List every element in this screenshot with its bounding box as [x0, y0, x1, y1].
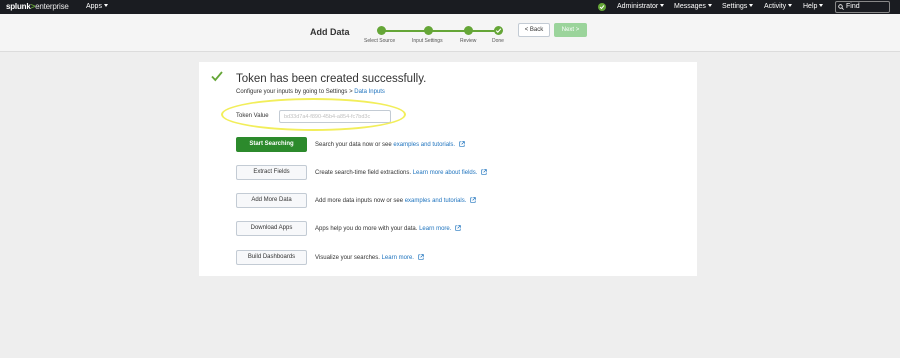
checkmark-icon	[495, 28, 502, 34]
add-more-data-button[interactable]: Add More Data	[236, 193, 307, 208]
chevron-down-icon	[749, 4, 754, 7]
external-link-icon[interactable]	[418, 254, 424, 260]
configure-subtext: Configure your inputs by going to Settin…	[236, 89, 385, 95]
chevron-down-icon	[788, 4, 793, 7]
action-desc-text: Create search-time field extractions.	[315, 170, 413, 176]
splunk-logo[interactable]: splunk>enterprise	[6, 2, 69, 11]
highlight-ellipse	[221, 98, 406, 131]
build-dashboards-desc: Visualize your searches. Learn more.	[315, 254, 424, 261]
nav-administrator-label: Administrator	[617, 3, 659, 10]
step-label-input-settings: Input Settings	[412, 38, 443, 44]
step-label-review: Review	[460, 38, 477, 44]
chevron-down-icon	[103, 4, 108, 7]
search-icon	[838, 4, 844, 10]
build-dashboards-button[interactable]: Build Dashboards	[236, 250, 307, 265]
chevron-down-icon	[819, 4, 824, 7]
download-apps-button[interactable]: Download Apps	[236, 221, 307, 236]
find-placeholder: Find	[846, 3, 860, 10]
wizard-header: Add Data Select Source Input Settings Re…	[0, 14, 900, 52]
step-label-done: Done	[492, 38, 504, 44]
nav-messages[interactable]: Messages	[674, 3, 712, 10]
learn-more-link[interactable]: Learn more.	[419, 226, 451, 232]
action-desc-text: Add more data inputs now or see	[315, 198, 405, 204]
learn-more-link[interactable]: Learn more.	[382, 255, 414, 261]
success-panel: Token has been created successfully. Con…	[199, 62, 697, 276]
extract-fields-button[interactable]: Extract Fields	[236, 165, 307, 180]
action-desc-text: Search your data now or see	[315, 142, 394, 148]
nav-settings[interactable]: Settings	[722, 3, 754, 10]
logo-product: enterprise	[35, 2, 69, 11]
step-dot-done	[494, 26, 503, 35]
external-link-icon[interactable]	[455, 225, 462, 231]
step-progress-line	[381, 30, 499, 32]
nav-settings-label: Settings	[722, 3, 748, 10]
success-heading: Token has been created successfully.	[236, 73, 427, 85]
apps-menu[interactable]: Apps	[86, 3, 108, 10]
chevron-down-icon	[660, 4, 665, 7]
back-button[interactable]: < Back	[518, 23, 550, 37]
nav-help[interactable]: Help	[803, 3, 824, 10]
step-dot-review	[464, 26, 473, 35]
nav-help-label: Help	[803, 3, 818, 10]
external-link-icon[interactable]	[470, 197, 477, 203]
top-nav-bar: splunk>enterprise Apps Administrator Mes…	[0, 0, 900, 14]
examples-tutorials-link[interactable]: examples and tutorials.	[393, 142, 455, 148]
external-link-icon[interactable]	[459, 141, 465, 147]
step-dot-input-settings	[424, 26, 433, 35]
learn-more-fields-link[interactable]: Learn more about fields.	[413, 170, 478, 176]
nav-activity-label: Activity	[764, 3, 787, 10]
next-button[interactable]: Next >	[554, 23, 587, 37]
step-dot-select-source	[377, 26, 386, 35]
extract-fields-desc: Create search-time field extractions. Le…	[315, 169, 488, 176]
nav-administrator[interactable]: Administrator	[617, 3, 665, 10]
action-desc-text: Visualize your searches.	[315, 255, 382, 261]
check-circle-icon[interactable]	[598, 3, 606, 11]
step-label-select-source: Select Source	[364, 38, 396, 44]
chevron-down-icon	[707, 4, 712, 7]
apps-menu-label: Apps	[86, 3, 102, 10]
page-title: Add Data	[310, 27, 350, 37]
action-desc-text: Apps help you do more with your data.	[315, 226, 420, 232]
find-input[interactable]: Find	[835, 1, 890, 13]
start-searching-desc: Search your data now or see examples and…	[315, 141, 465, 148]
nav-activity[interactable]: Activity	[764, 3, 793, 10]
start-searching-button[interactable]: Start Searching	[236, 137, 307, 152]
examples-tutorials-link[interactable]: examples and tutorials.	[405, 198, 467, 204]
download-apps-desc: Apps help you do more with your data. Le…	[315, 225, 462, 232]
add-more-data-desc: Add more data inputs now or see examples…	[315, 197, 477, 204]
success-check-icon	[211, 71, 223, 82]
configure-subtext-prefix: Configure your inputs by going to Settin…	[236, 89, 355, 95]
nav-messages-label: Messages	[674, 3, 706, 10]
data-inputs-link[interactable]: Data Inputs	[354, 89, 385, 95]
logo-brand: splunk	[6, 2, 31, 11]
external-link-icon[interactable]	[481, 169, 488, 175]
